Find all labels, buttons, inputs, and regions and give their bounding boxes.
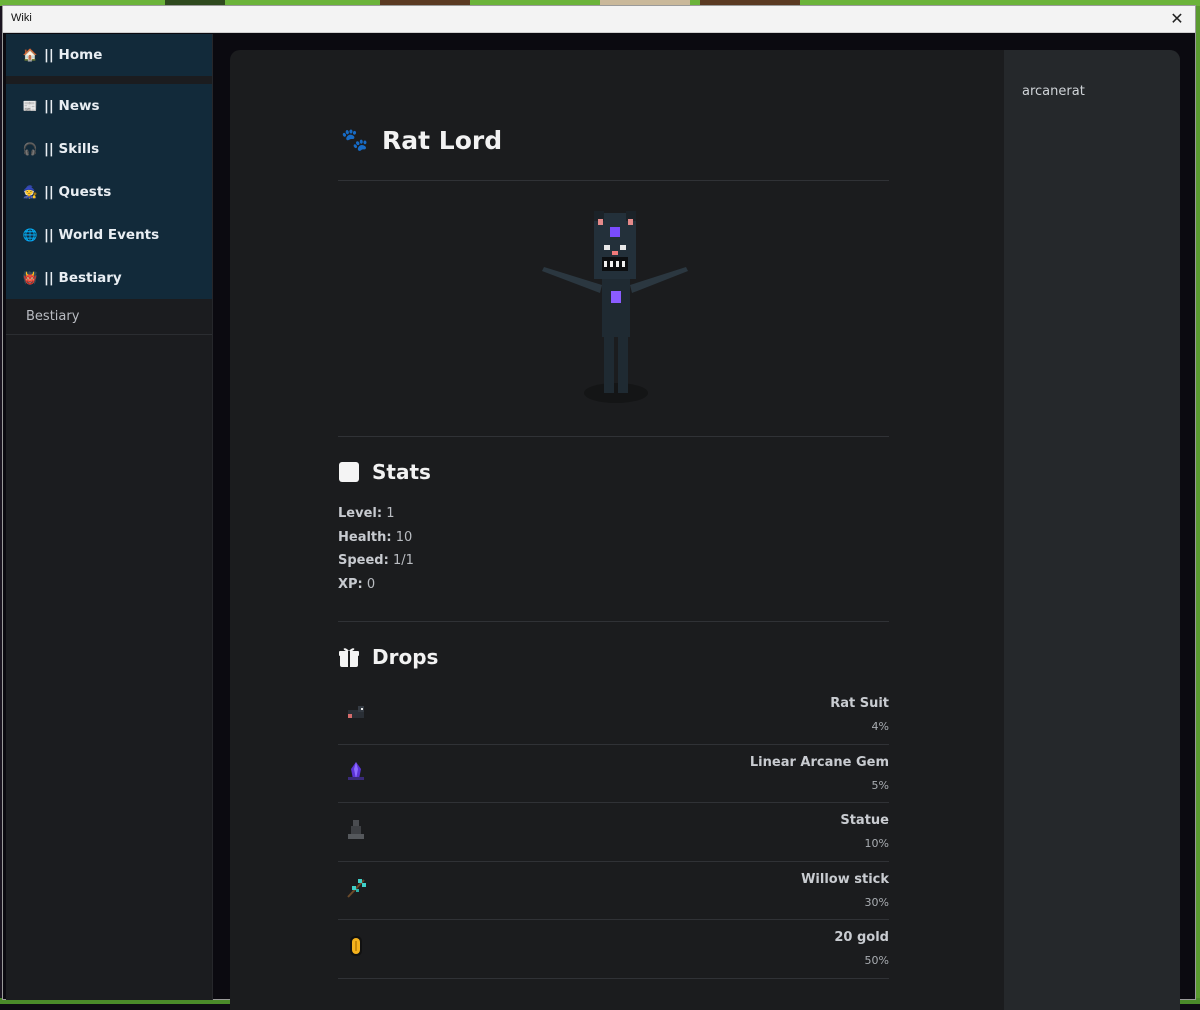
drop-item[interactable]: Linear Arcane Gem 5% xyxy=(338,745,889,803)
rat-suit-icon xyxy=(348,706,364,718)
scroll-person-icon: 🧙 xyxy=(22,184,38,199)
house-icon: 🏠 xyxy=(22,48,38,62)
stats-heading: Stats xyxy=(338,460,431,484)
drop-name: Willow stick xyxy=(801,871,889,887)
stat-value: 0 xyxy=(366,576,376,592)
drops-list: Rat Suit 4% Linear Arcane Gem 5% Statue … xyxy=(338,686,889,979)
headphones-icon: 🎧 xyxy=(22,141,38,156)
sidebar-item-label: || Skills xyxy=(44,140,100,157)
rat-lord-sprite xyxy=(542,211,688,403)
stat-key: XP: xyxy=(338,576,363,592)
page-title: 🐾 Rat Lord xyxy=(338,126,502,155)
sidebar-nav-group: 📰 || News 🎧 || Skills 🧙 || Quests 🌐 || W… xyxy=(6,84,212,299)
sidebar-item-home[interactable]: 🏠 || Home xyxy=(6,34,212,76)
stat-value: 1/1 xyxy=(392,553,414,568)
sidebar: 🏠 || Home 📰 || News 🎧 || Skills 🧙 || Que… xyxy=(6,34,213,1000)
main-panel: 🐾 Rat Lord Stats Level: 1 Health: 10 Spe… xyxy=(230,50,1180,1010)
stat-key: Level: xyxy=(338,506,383,521)
arcane-gem-icon xyxy=(348,761,364,780)
drop-name: Statue xyxy=(840,813,889,828)
stat-xp: XP: 0 xyxy=(338,573,414,597)
drop-item[interactable]: 20 gold 50% xyxy=(338,920,889,979)
sidebar-item-label: || Bestiary xyxy=(44,269,122,286)
square-icon xyxy=(338,461,360,483)
drop-name: Rat Suit xyxy=(830,696,889,711)
close-icon[interactable]: ✕ xyxy=(1167,9,1187,29)
drop-item[interactable]: Willow stick 30% xyxy=(338,862,889,920)
stat-health: Health: 10 xyxy=(338,526,414,550)
page-title-text: Rat Lord xyxy=(382,126,503,155)
sidebar-item-label: || Quests xyxy=(44,183,112,200)
gold-coin-icon xyxy=(350,936,362,956)
drops-heading-text: Drops xyxy=(372,645,439,669)
demon-icon: 👹 xyxy=(22,270,38,285)
stats-list: Level: 1 Health: 10 Speed: 1/1 XP: 0 xyxy=(338,502,414,596)
paw-icon: 🐾 xyxy=(341,128,369,153)
stat-speed: Speed: 1/1 xyxy=(338,549,414,573)
drop-name: Linear Arcane Gem xyxy=(749,754,889,770)
divider xyxy=(338,621,889,622)
drop-name: 20 gold xyxy=(834,930,889,945)
drop-chance: 4% xyxy=(871,720,889,733)
divider xyxy=(338,180,889,181)
statue-icon xyxy=(348,820,364,839)
sidebar-item-label: || World Events xyxy=(44,226,160,243)
right-rail: arcanerat xyxy=(1004,50,1180,1010)
stat-level: Level: 1 xyxy=(338,502,414,526)
title-bar: Wiki ✕ xyxy=(3,6,1195,33)
sidebar-item-quests[interactable]: 🧙 || Quests xyxy=(6,170,212,213)
entity-id-label: arcanerat xyxy=(1022,84,1085,99)
sidebar-item-world-events[interactable]: 🌐 || World Events xyxy=(6,213,212,256)
newspaper-icon: 📰 xyxy=(22,98,38,113)
drop-item[interactable]: Rat Suit 4% xyxy=(338,686,889,745)
sidebar-item-news[interactable]: 📰 || News xyxy=(6,84,212,127)
divider xyxy=(338,436,889,437)
sidebar-item-label: || News xyxy=(44,97,100,114)
drop-chance: 50% xyxy=(864,954,889,967)
stat-key: Health: xyxy=(338,529,392,545)
willow-stick-icon xyxy=(347,878,366,898)
sidebar-item-bestiary[interactable]: 👹 || Bestiary xyxy=(6,256,212,299)
drop-chance: 10% xyxy=(864,837,889,850)
wiki-window: Wiki ✕ 🏠 || Home 📰 || News 🎧 || Skills 🧙… xyxy=(2,5,1196,1010)
sidebar-item-label: || Home xyxy=(44,47,103,63)
drop-chance: 30% xyxy=(864,895,889,909)
gift-icon xyxy=(338,646,360,668)
sidebar-item-skills[interactable]: 🎧 || Skills xyxy=(6,127,212,170)
sidebar-subitem-bestiary[interactable]: Bestiary xyxy=(6,299,212,335)
stat-key: Speed: xyxy=(338,553,389,568)
stat-value: 10 xyxy=(395,529,413,545)
drops-heading: Drops xyxy=(338,645,438,669)
drop-item[interactable]: Statue 10% xyxy=(338,803,889,862)
drop-chance: 5% xyxy=(871,778,889,792)
window-title: Wiki xyxy=(11,12,32,24)
stat-value: 1 xyxy=(386,506,395,521)
sidebar-home-group: 🏠 || Home xyxy=(6,34,212,76)
globe-icon: 🌐 xyxy=(22,227,38,242)
stats-heading-text: Stats xyxy=(372,460,431,484)
